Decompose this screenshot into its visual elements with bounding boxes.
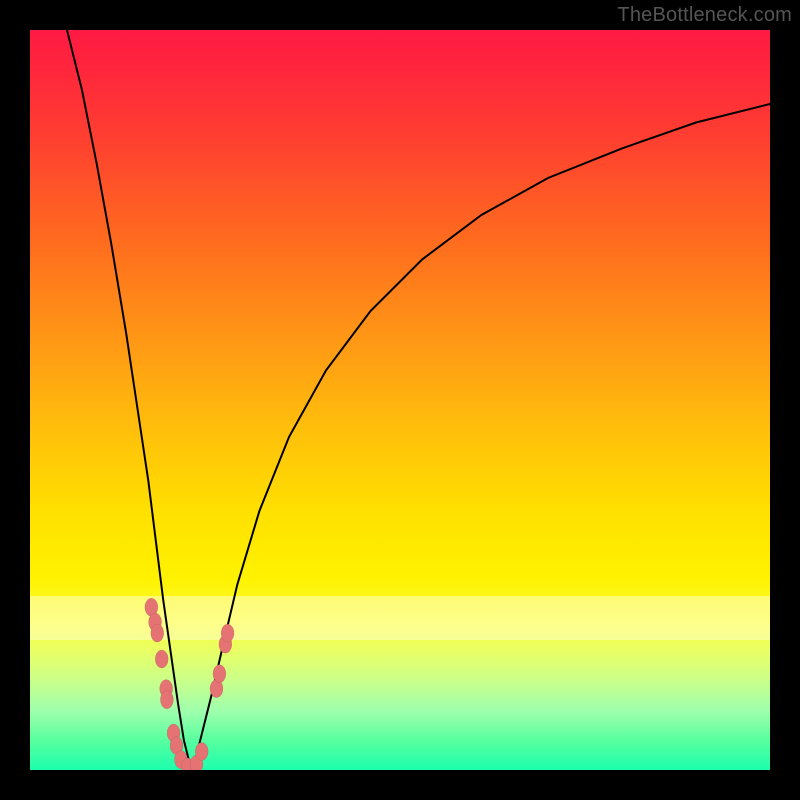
plot-area — [30, 30, 770, 770]
valley-marker — [195, 743, 208, 761]
chart-frame: TheBottleneck.com — [0, 0, 800, 800]
valley-marker — [213, 665, 226, 683]
right-branch-curve — [193, 104, 770, 770]
valley-marker — [155, 650, 168, 668]
valley-marker — [151, 624, 164, 642]
watermark-text: TheBottleneck.com — [617, 4, 792, 27]
valley-marker — [160, 691, 173, 709]
valley-markers-group — [145, 598, 234, 770]
valley-marker — [221, 624, 234, 642]
left-branch-curve — [67, 30, 193, 770]
curves-layer — [30, 30, 770, 770]
